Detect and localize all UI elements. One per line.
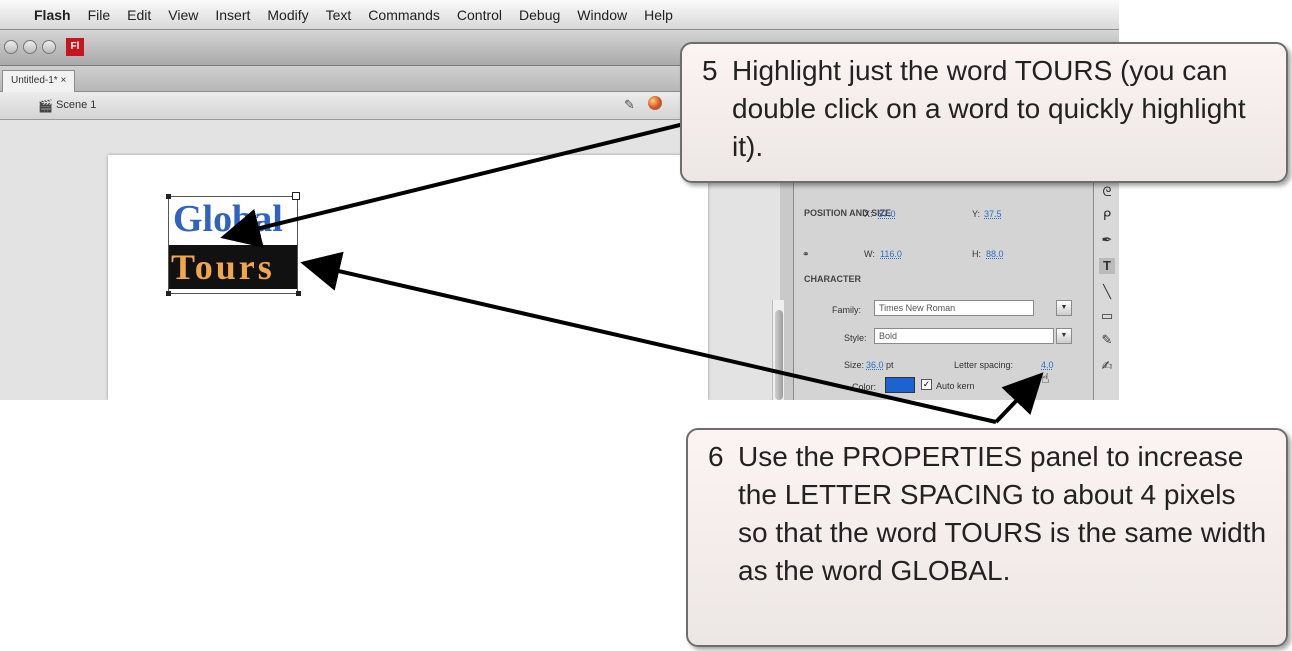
- callout-step-5: 5 Highlight just the word TOURS (you can…: [680, 42, 1288, 183]
- autokern-checkbox[interactable]: ✓: [921, 379, 932, 390]
- menu-control[interactable]: Control: [457, 7, 502, 23]
- scene-icon: 🎬: [38, 99, 53, 113]
- w-value[interactable]: 116.0: [880, 249, 902, 259]
- line-tool-icon[interactable]: ╲: [1099, 284, 1115, 300]
- size-value[interactable]: 36.0: [866, 360, 884, 370]
- edit-symbols-icon[interactable]: [648, 96, 662, 110]
- size-label: Size:: [844, 360, 865, 370]
- menu-file[interactable]: File: [88, 7, 111, 23]
- chevron-down-icon[interactable]: ▼: [1056, 328, 1072, 344]
- h-value[interactable]: 88.0: [986, 249, 1004, 259]
- edit-scene-icon[interactable]: ✎: [624, 97, 635, 113]
- resize-handle[interactable]: [292, 192, 300, 200]
- tab-untitled-1[interactable]: Untitled-1* ×: [2, 70, 76, 92]
- edit-bar: 🎬 Scene 1 ✎: [0, 92, 790, 120]
- x-value[interactable]: 57.0: [878, 209, 896, 219]
- menu-app-flash[interactable]: Flash: [34, 7, 71, 23]
- letter-spacing-label: Letter spacing:: [954, 360, 1014, 370]
- rectangle-tool-icon[interactable]: ▭: [1099, 308, 1115, 324]
- size-unit: pt: [886, 360, 894, 370]
- chevron-down-icon[interactable]: ▼: [1056, 300, 1072, 316]
- vertical-scrollbar[interactable]: [772, 300, 784, 400]
- font-family-field[interactable]: Times New Roman: [874, 300, 1034, 316]
- hand-cursor-icon: ☝: [1041, 370, 1050, 386]
- pencil-icon[interactable]: ✎: [1099, 332, 1115, 348]
- scene-label[interactable]: Scene 1: [56, 99, 96, 111]
- menu-insert[interactable]: Insert: [215, 7, 250, 23]
- letter-spacing-value[interactable]: 4.0: [1041, 360, 1054, 370]
- close-window-button[interactable]: [4, 40, 18, 54]
- style-label: Style:: [844, 333, 867, 343]
- w-label: W:: [864, 249, 875, 259]
- menu-window[interactable]: Window: [577, 7, 627, 23]
- flash-app-icon: Fl: [66, 38, 84, 56]
- step-instruction: Use the PROPERTIES panel to increase the…: [738, 441, 1267, 586]
- color-label: Color:: [852, 382, 877, 392]
- menu-text[interactable]: Text: [326, 7, 352, 23]
- lasso-icon[interactable]: ᘓ: [1099, 184, 1115, 200]
- lasso-icon[interactable]: ᑭ: [1099, 208, 1115, 224]
- menu-help[interactable]: Help: [644, 7, 673, 23]
- menu-bar: Flash File Edit View Insert Modify Text …: [0, 0, 1119, 30]
- text-color-swatch[interactable]: [885, 377, 915, 393]
- zoom-window-button[interactable]: [42, 40, 56, 54]
- brush-icon[interactable]: ✍: [1099, 358, 1115, 374]
- text-tool-icon[interactable]: T: [1099, 258, 1115, 274]
- autokern-label: Auto kern: [936, 381, 975, 391]
- y-value[interactable]: 37.5: [984, 209, 1002, 219]
- character-header[interactable]: CHARACTER: [804, 274, 861, 284]
- font-style-field[interactable]: Bold: [874, 328, 1054, 344]
- scrollbar-thumb[interactable]: [775, 310, 783, 400]
- menu-commands[interactable]: Commands: [368, 7, 440, 23]
- lock-proportions-icon[interactable]: ⚭: [802, 249, 810, 260]
- minimize-window-button[interactable]: [23, 40, 37, 54]
- tours-text-highlighted[interactable]: Tours: [169, 245, 297, 289]
- h-label: H:: [972, 249, 981, 259]
- step-number: 5: [702, 55, 718, 86]
- menu-view[interactable]: View: [168, 7, 198, 23]
- x-label: X:: [864, 209, 873, 219]
- step-instruction: Highlight just the word TOURS (you can d…: [732, 55, 1246, 162]
- global-text[interactable]: Global: [173, 197, 283, 241]
- step-number: 6: [708, 441, 724, 472]
- menu-edit[interactable]: Edit: [127, 7, 151, 23]
- menu-modify[interactable]: Modify: [267, 7, 308, 23]
- text-field-box[interactable]: Global Tours: [168, 196, 298, 294]
- callout-step-6: 6 Use the PROPERTIES panel to increase t…: [686, 428, 1288, 647]
- y-label: Y:: [972, 209, 981, 219]
- pen-icon[interactable]: ✒: [1099, 232, 1115, 248]
- selection-handle[interactable]: [166, 194, 171, 199]
- menu-debug[interactable]: Debug: [519, 7, 560, 23]
- family-label: Family:: [832, 305, 861, 315]
- selection-handle[interactable]: [166, 291, 171, 296]
- selection-handle[interactable]: [296, 291, 301, 296]
